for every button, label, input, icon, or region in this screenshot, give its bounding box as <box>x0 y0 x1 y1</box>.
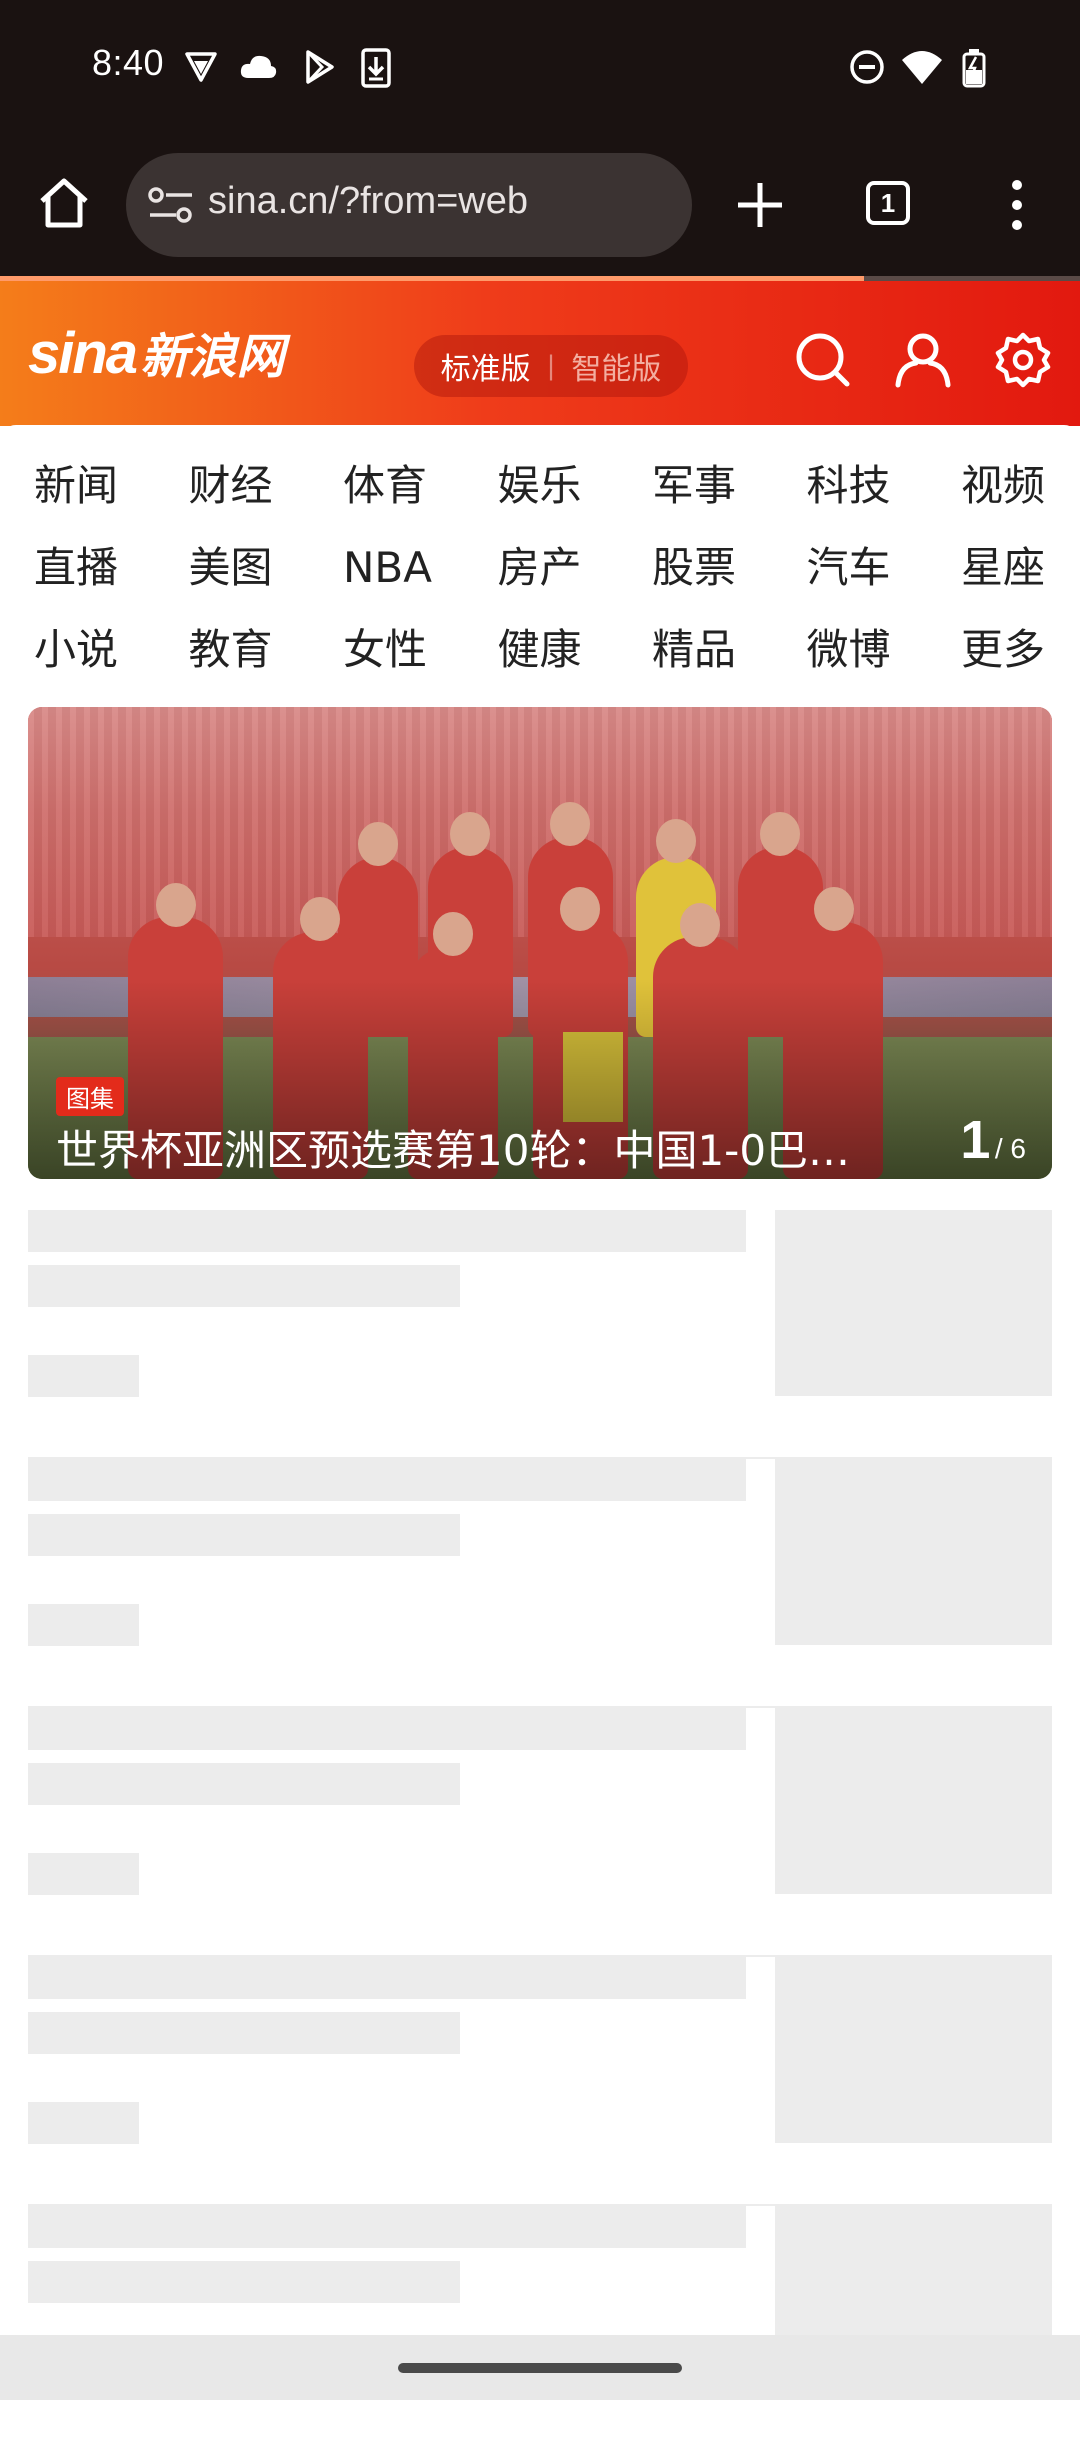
skeleton-title-line <box>28 1708 746 1750</box>
tab-switcher-button[interactable]: 1 <box>866 181 910 225</box>
new-tab-icon[interactable] <box>734 179 786 231</box>
featured-image-head <box>156 883 196 927</box>
sina-logo[interactable]: sina 新浪网 <box>28 317 285 387</box>
channel-nav-item[interactable]: 视频 <box>961 455 1080 517</box>
carousel-total: / 6 <box>994 1133 1026 1164</box>
carousel-current: 1 <box>960 1110 991 1170</box>
channel-nav: 新闻 财经 体育 娱乐 军事 科技 视频 直播 美图 NBA 房产 股票 汽车 星座 小说 教育 女性 健康 精品微… <box>34 455 1054 681</box>
wifi-icon <box>902 51 942 84</box>
channel-nav-item[interactable]: 财经 <box>189 455 344 517</box>
skeleton-meta-line <box>28 2102 139 2144</box>
channel-nav-item[interactable]: 军事 <box>652 455 807 517</box>
featured-image-head <box>814 887 854 931</box>
featured-image-head <box>358 822 398 866</box>
skeleton-list-item <box>28 1708 1052 1957</box>
featured-image-head <box>656 819 696 863</box>
do-not-disturb-icon <box>850 50 884 84</box>
skeleton-subtitle-line <box>28 1265 460 1307</box>
skeleton-thumbnail <box>775 1210 1052 1396</box>
channel-nav-item[interactable]: 星座 <box>961 537 1080 599</box>
skeleton-title-line <box>28 1957 746 1999</box>
home-icon[interactable] <box>36 175 92 231</box>
skeleton-meta-line <box>28 1604 139 1646</box>
skeleton-meta-line <box>28 1853 139 1895</box>
skeleton-subtitle-line <box>28 1514 460 1556</box>
settings-gear-icon[interactable] <box>994 331 1052 389</box>
browser-toolbar: sina.cn/?from=web 1 <box>0 135 1080 278</box>
featured-image-head <box>450 812 490 856</box>
skeleton-title-line <box>28 1210 746 1252</box>
carousel-counter: 1 / 6 <box>960 1109 1026 1171</box>
version-standard[interactable]: 标准版 <box>441 344 531 388</box>
featured-title[interactable]: 世界杯亚洲区预选赛第10轮：中国1-0巴… <box>56 1117 906 1178</box>
skeleton-list-item <box>28 1957 1052 2206</box>
skeleton-list-item <box>28 1210 1052 1459</box>
channel-nav-item[interactable]: 小说 <box>34 619 189 681</box>
skeleton-subtitle-line <box>28 2012 460 2054</box>
skeleton-subtitle-line <box>28 2261 460 2303</box>
system-gesture-area <box>0 2335 1080 2400</box>
featured-image-head <box>433 912 473 956</box>
channel-nav-item[interactable]: NBA <box>343 537 498 599</box>
channel-nav-item[interactable]: 科技 <box>807 455 962 517</box>
address-bar[interactable]: sina.cn/?from=web <box>126 153 692 257</box>
gallery-badge: 图集 <box>56 1077 124 1116</box>
channel-nav-item[interactable]: 体育 <box>343 455 498 517</box>
url-text[interactable]: sina.cn/?from=web <box>208 180 528 223</box>
loading-skeleton-list <box>28 1210 1052 2455</box>
channel-nav-item[interactable]: 娱乐 <box>498 455 653 517</box>
download-icon <box>361 48 391 88</box>
logo-sina-text: sina <box>28 321 138 386</box>
skeleton-title-line <box>28 1459 746 1501</box>
featured-image-head <box>560 887 600 931</box>
featured-image-head <box>680 903 720 947</box>
version-switch: 标准版 | 智能版 <box>414 335 688 397</box>
channel-nav-item[interactable]: 微博 <box>807 619 962 681</box>
skeleton-thumbnail <box>775 1957 1052 2143</box>
featured-carousel[interactable]: 图集 世界杯亚洲区预选赛第10轮：中国1-0巴… 1 / 6 <box>28 707 1052 1179</box>
channel-nav-item[interactable]: 房产 <box>498 537 653 599</box>
channel-nav-item[interactable]: 女性 <box>343 619 498 681</box>
skeleton-thumbnail <box>775 1459 1052 1645</box>
channel-nav-item[interactable]: 精品 <box>652 619 807 681</box>
skeleton-list-item <box>28 1459 1052 1708</box>
channel-nav-item[interactable]: 美图 <box>189 537 344 599</box>
search-icon[interactable] <box>794 331 852 389</box>
channel-nav-item[interactable]: 新闻 <box>34 455 189 517</box>
featured-image-head <box>550 802 590 846</box>
skeleton-meta-line <box>28 1355 139 1397</box>
cloud-icon <box>240 55 277 78</box>
channel-nav-item[interactable]: 直播 <box>34 537 189 599</box>
channel-nav-item[interactable]: 教育 <box>189 619 344 681</box>
logo-cn-text: 新浪网 <box>140 329 285 385</box>
play-store-icon <box>306 50 334 84</box>
status-bar: 8:40 <box>0 0 1080 135</box>
more-menu-icon[interactable] <box>1000 177 1034 233</box>
channel-nav-item[interactable]: 更多 <box>961 619 1080 681</box>
tab-count: 1 <box>880 188 896 218</box>
version-divider: | <box>546 351 556 381</box>
status-time: 8:40 <box>92 42 165 83</box>
skeleton-title-line <box>28 2206 746 2248</box>
channel-nav-item[interactable]: 健康 <box>498 619 653 681</box>
featured-image-head <box>300 897 340 941</box>
home-gesture-handle[interactable] <box>398 2363 682 2373</box>
skeleton-thumbnail <box>775 1708 1052 1894</box>
skeleton-subtitle-line <box>28 1763 460 1805</box>
version-smart[interactable]: 智能版 <box>571 344 661 388</box>
channel-nav-item[interactable]: 股票 <box>652 537 807 599</box>
skeleton-list-item <box>28 2206 1052 2455</box>
battery-charging-icon <box>962 49 986 88</box>
site-settings-icon[interactable] <box>146 185 196 225</box>
site-header: sina 新浪网 标准版 | 智能版 <box>0 281 1080 426</box>
featured-image-head <box>760 812 800 856</box>
user-icon[interactable] <box>894 331 952 389</box>
channel-nav-item[interactable]: 汽车 <box>807 537 962 599</box>
vpn-shield-icon <box>185 52 217 82</box>
main-content: 新闻 财经 体育 娱乐 军事 科技 视频直播 美图 NBA 房产 股票 汽车 星座小说 教育 女性 健康 精品微… <box>0 425 1080 2392</box>
